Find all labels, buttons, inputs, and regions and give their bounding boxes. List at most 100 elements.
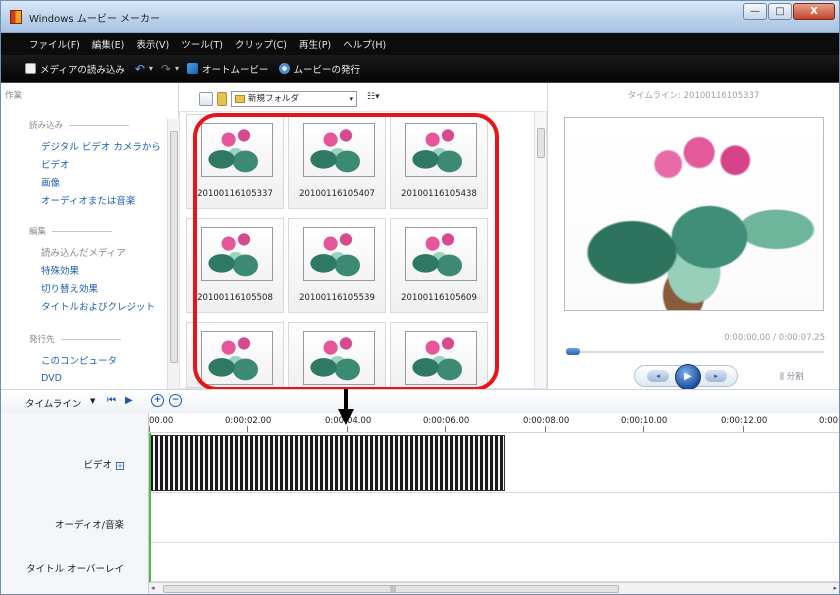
- track-video-label[interactable]: ビデオ +: [83, 457, 124, 471]
- split-button[interactable]: ⫼ 分割: [780, 370, 804, 382]
- scroll-left-icon[interactable]: ◂: [151, 584, 155, 592]
- ruler-tick-label: 0:00:08.00: [523, 416, 570, 426]
- collection-folder-select[interactable]: 新規フォルダ ▾: [231, 91, 357, 107]
- arrow-down-icon: [338, 409, 354, 425]
- media-item[interactable]: 20100116105407: [288, 114, 386, 209]
- section-publish[interactable]: 発行先: [29, 333, 121, 345]
- rewind-timeline-icon[interactable]: ⏮: [107, 395, 116, 406]
- menu-edit[interactable]: 編集(E): [92, 37, 124, 51]
- task-transitions[interactable]: 切り替え効果: [41, 281, 98, 295]
- import-media-button[interactable]: メディアの読み込み: [25, 62, 125, 76]
- minimize-button[interactable]: —: [743, 3, 767, 20]
- track-title-overlay-label: タイトル オーバーレイ: [26, 564, 124, 575]
- media-item[interactable]: [390, 322, 488, 388]
- menu-help[interactable]: ヘルプ(H): [343, 37, 386, 51]
- folder-icon: [235, 95, 245, 103]
- menu-file[interactable]: ファイル(F): [29, 37, 80, 51]
- collection-scroll-thumb[interactable]: [537, 128, 545, 158]
- media-item-label: 20100116105337: [197, 189, 273, 199]
- task-from-camera[interactable]: デジタル ビデオ カメラから: [41, 139, 161, 153]
- section-edit[interactable]: 編集: [29, 225, 113, 237]
- timeline-scroll-thumb[interactable]: |||: [163, 585, 619, 593]
- media-item[interactable]: 20100116105539: [288, 218, 386, 313]
- tasks-scroll-thumb[interactable]: [170, 131, 178, 363]
- menu-tools[interactable]: ツール(T): [181, 37, 223, 51]
- ruler-tick: [247, 426, 248, 432]
- section-edit-title: 編集: [29, 227, 47, 237]
- menu-play[interactable]: 再生(P): [299, 37, 331, 51]
- collection-scrollbar[interactable]: [534, 112, 546, 388]
- task-dvd[interactable]: DVD: [41, 373, 62, 384]
- video-track[interactable]: [149, 433, 839, 493]
- track-audio-label: オーディオ/音楽: [54, 520, 124, 531]
- seek-thumb[interactable]: [566, 348, 580, 355]
- ruler-tick-label: 0:00: [819, 416, 839, 426]
- ruler-tick-label: 00.00: [149, 416, 174, 426]
- collection-toolbar: 新規フォルダ ▾ ☷▾: [179, 83, 547, 111]
- section-import[interactable]: 読み込み: [29, 119, 130, 131]
- media-thumbnail: [405, 331, 477, 385]
- media-thumbnail: [303, 123, 375, 177]
- section-publish-title: 発行先: [29, 335, 55, 345]
- title-overlay-track[interactable]: [149, 543, 839, 582]
- window-title: Windows ムービー メーカー: [29, 14, 160, 25]
- redo-dropdown-icon[interactable]: ▾: [175, 64, 179, 73]
- play-button[interactable]: ▶: [675, 364, 701, 390]
- media-item[interactable]: [288, 322, 386, 388]
- task-effects[interactable]: 特殊効果: [41, 263, 79, 277]
- tasks-pane: 作業 読み込み デジタル ビデオ カメラから ビデオ 画像 オーディオまたは音楽…: [1, 83, 179, 389]
- movie-maker-window: Windows ムービー メーカー — □ X ファイル(F) 編集(E) 表示…: [0, 0, 840, 595]
- scroll-right-icon[interactable]: ▸: [833, 584, 837, 592]
- expand-icon[interactable]: +: [116, 461, 124, 470]
- publish-movie-button[interactable]: ムービーの発行: [278, 62, 360, 76]
- task-images[interactable]: 画像: [41, 175, 60, 189]
- media-item[interactable]: 20100116105508: [186, 218, 284, 313]
- audio-track[interactable]: [149, 493, 839, 543]
- task-titles-credits[interactable]: タイトルおよびクレジット: [41, 299, 155, 313]
- zoom-out-icon[interactable]: −: [169, 394, 182, 407]
- timeline-scrollbar[interactable]: ◂ ||| ▸: [149, 582, 839, 594]
- playhead[interactable]: [149, 433, 151, 594]
- media-thumbnail: [201, 227, 273, 281]
- task-video[interactable]: ビデオ: [41, 157, 70, 171]
- undo-dropdown-icon[interactable]: ▾: [149, 64, 153, 73]
- chevron-down-icon: ▾: [349, 95, 353, 103]
- media-item[interactable]: 20100116105609: [390, 218, 488, 313]
- app-icon: [10, 10, 22, 24]
- media-item[interactable]: [186, 322, 284, 388]
- chevron-down-icon[interactable]: ▼: [90, 397, 95, 405]
- publish-movie-icon: [278, 63, 290, 74]
- seek-bar[interactable]: [566, 351, 824, 353]
- media-thumbnail: [303, 227, 375, 281]
- menu-view[interactable]: 表示(V): [136, 37, 169, 51]
- timeline-view-button[interactable]: タイムライン: [25, 396, 81, 410]
- media-item[interactable]: 20100116105438: [390, 114, 488, 209]
- import-media-icon: [25, 63, 36, 74]
- tasks-header: 作業: [5, 91, 23, 101]
- tasks-toggle-button[interactable]: [199, 92, 213, 106]
- timeline-ruler[interactable]: 00.00 0:00:02.00 0:00:04.00 0:00:06.00 0…: [149, 413, 839, 433]
- view-options-button[interactable]: ☷▾: [367, 92, 380, 102]
- ruler-tick: [149, 426, 150, 432]
- redo-icon[interactable]: ↷: [161, 62, 171, 76]
- menu-clip[interactable]: クリップ(C): [235, 37, 287, 51]
- undo-icon[interactable]: ↶: [135, 62, 145, 76]
- track-video-text: ビデオ: [83, 460, 112, 471]
- next-frame-button[interactable]: ▸: [705, 370, 727, 382]
- timeline-toolbar: タイムライン ▼ ⏮ ▶ + −: [1, 389, 839, 413]
- media-item-label: 20100116105508: [197, 293, 273, 303]
- play-timeline-icon[interactable]: ▶: [125, 395, 133, 406]
- media-item-label: 20100116105407: [299, 189, 375, 199]
- media-item[interactable]: 20100116105337: [186, 114, 284, 209]
- maximize-button[interactable]: □: [768, 3, 792, 20]
- task-this-computer[interactable]: このコンピュータ: [41, 353, 117, 367]
- close-button[interactable]: X: [793, 3, 835, 20]
- video-clip-strip[interactable]: [149, 435, 505, 491]
- title-bar: Windows ムービー メーカー — □ X: [1, 1, 839, 33]
- folder-up-icon[interactable]: [217, 92, 227, 106]
- task-audio-music[interactable]: オーディオまたは音楽: [41, 193, 135, 207]
- tasks-scrollbar[interactable]: [167, 119, 179, 389]
- automovie-button[interactable]: オートムービー: [187, 62, 269, 76]
- previous-frame-button[interactable]: ◂: [647, 370, 669, 382]
- zoom-in-icon[interactable]: +: [151, 394, 164, 407]
